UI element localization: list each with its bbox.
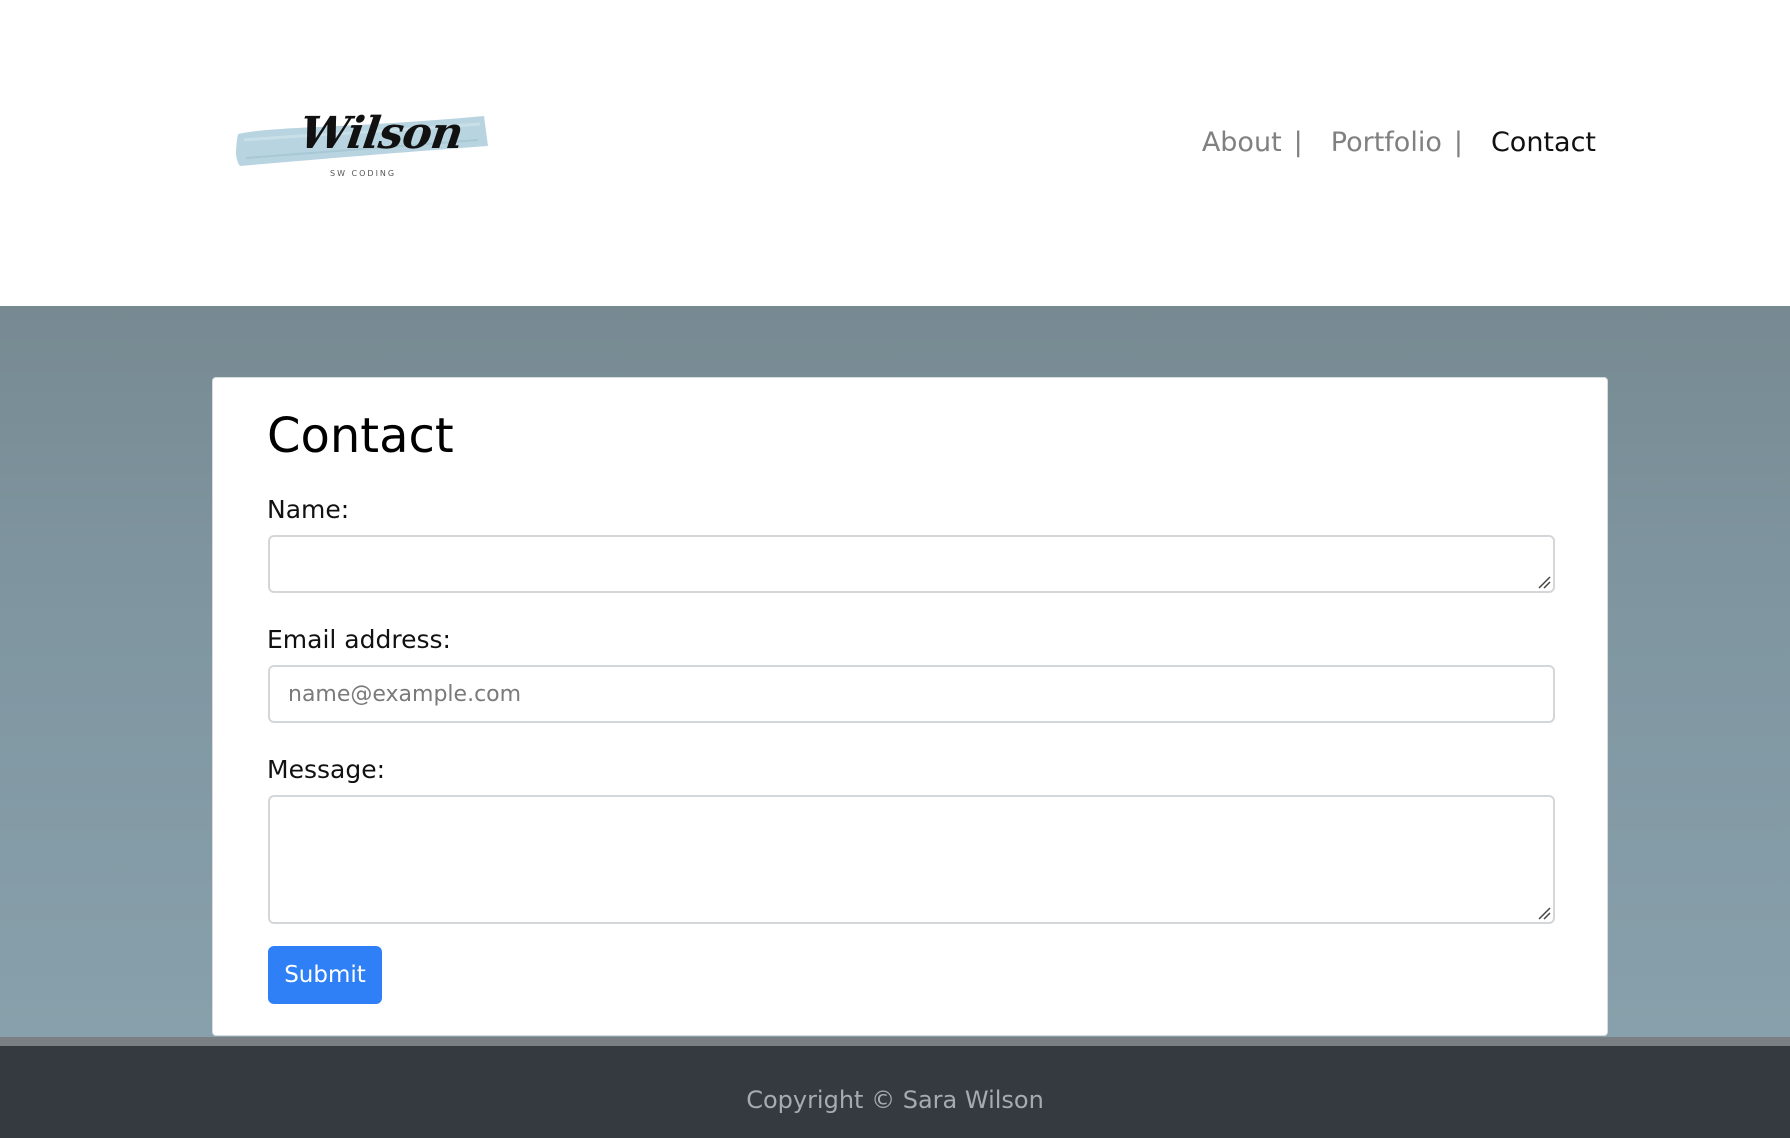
name-field[interactable] (268, 535, 1555, 593)
resize-handle-icon[interactable] (1537, 575, 1551, 589)
message-label: Message: (267, 755, 385, 784)
main-nav: About | Portfolio | Contact (1202, 126, 1596, 160)
footer-divider (0, 1037, 1790, 1046)
contact-form-card: Contact Name: Email address: Message: Su… (212, 377, 1608, 1036)
site-header: Wilson SW CODING About | Portfolio | Con… (0, 0, 1790, 306)
page-title: Contact (267, 408, 454, 464)
logo-subtitle: SW CODING (330, 169, 397, 178)
nav-link-portfolio[interactable]: Portfolio (1331, 126, 1442, 160)
nav-link-contact[interactable]: Contact (1491, 126, 1596, 160)
copyright-text: Copyright © Sara Wilson (746, 1086, 1044, 1114)
nav-link-about[interactable]: About (1202, 126, 1282, 160)
email-label: Email address: (267, 625, 451, 654)
site-logo[interactable]: Wilson SW CODING (234, 106, 490, 186)
logo-script-text: Wilson (296, 108, 466, 159)
name-label: Name: (267, 495, 350, 524)
nav-separator: | (1293, 127, 1303, 158)
nav-separator: | (1453, 127, 1463, 158)
email-field[interactable] (268, 665, 1555, 723)
resize-handle-icon[interactable] (1537, 906, 1551, 920)
message-field[interactable] (268, 795, 1555, 924)
hero-background: Contact Name: Email address: Message: Su… (0, 306, 1790, 1037)
submit-button[interactable]: Submit (268, 946, 382, 1004)
site-footer: Copyright © Sara Wilson (0, 1046, 1790, 1138)
